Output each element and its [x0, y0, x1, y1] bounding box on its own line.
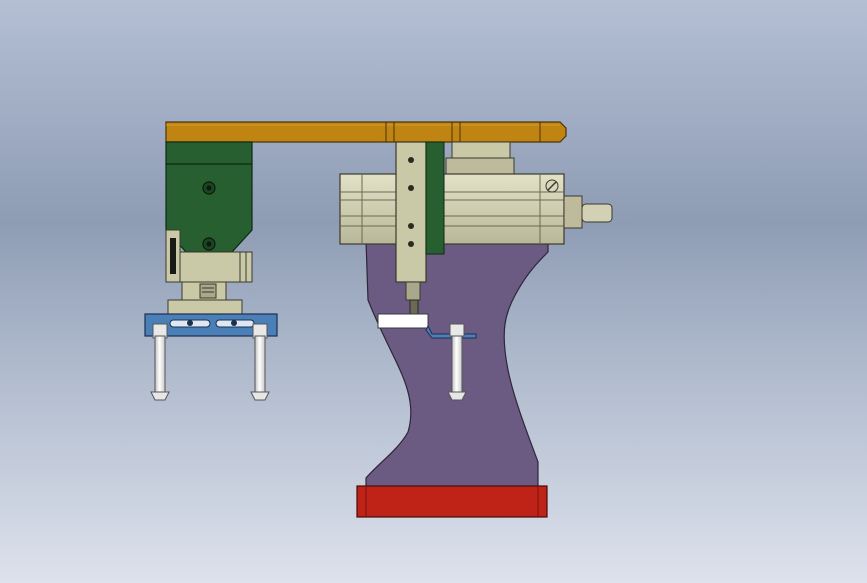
- bolt-left: [150, 323, 170, 401]
- gripper-body: [165, 141, 253, 283]
- cylinder-cap: [445, 141, 515, 175]
- assembly-drawing: [144, 121, 613, 518]
- gripper-stem: [167, 281, 243, 315]
- base-plate: [356, 485, 548, 518]
- cad-viewport[interactable]: [0, 0, 867, 583]
- cylinder: [339, 173, 565, 245]
- piston-rod: [563, 195, 613, 229]
- bolt-right: [250, 323, 270, 401]
- top-beam: [165, 121, 567, 143]
